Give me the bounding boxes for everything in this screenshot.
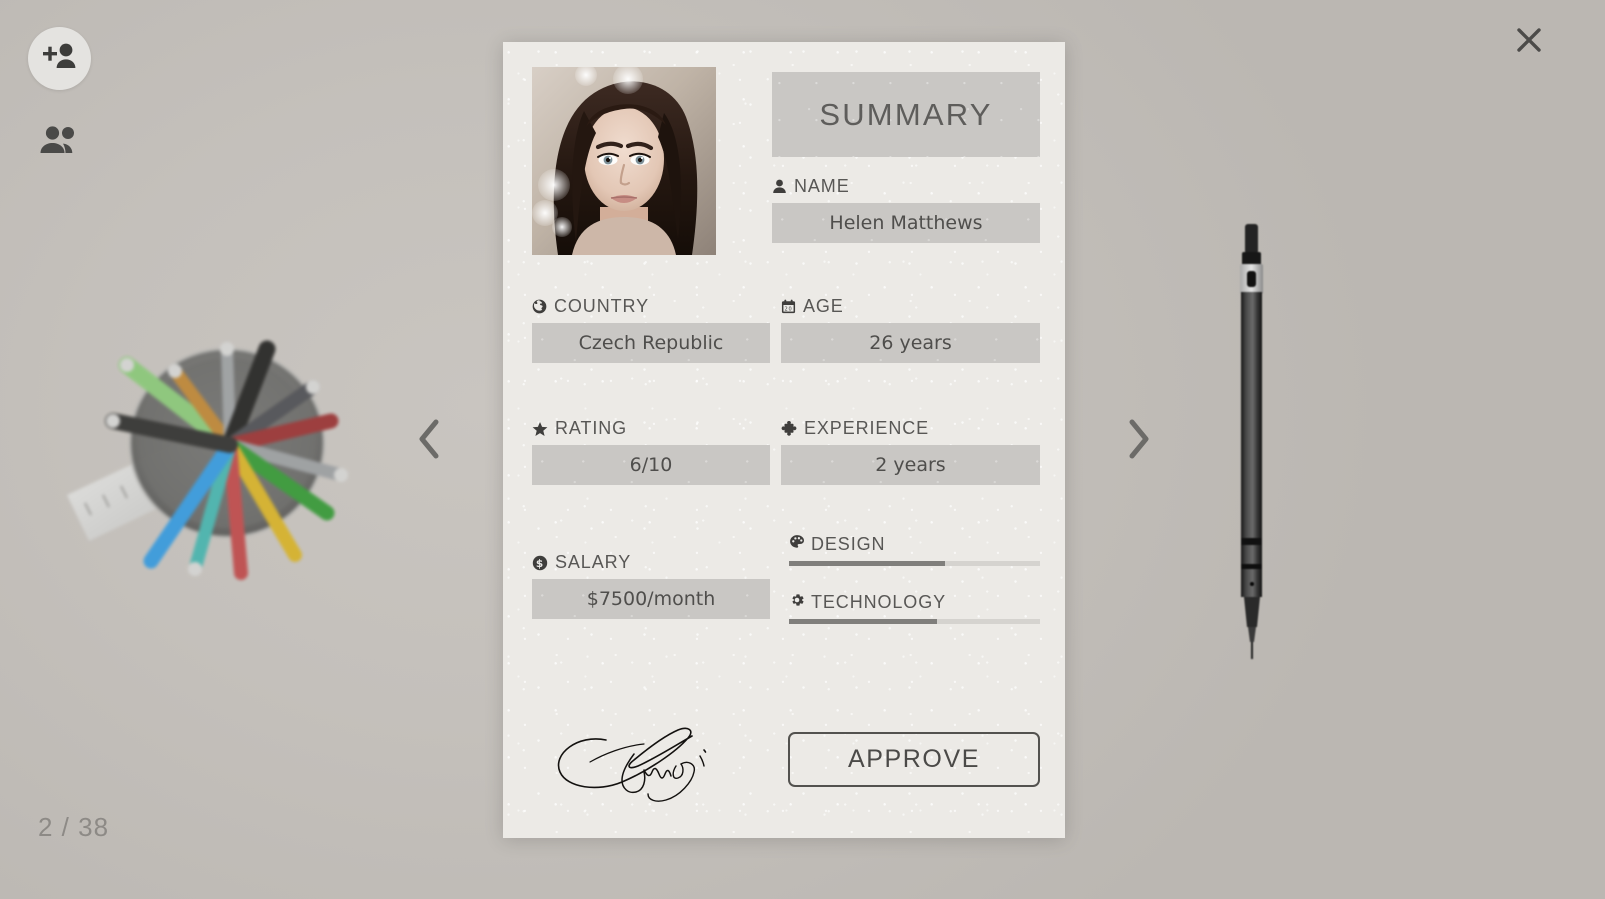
candidate-summary-card: SUMMARY NAME Helen Matthews COUNTRY Czec… [503, 42, 1065, 838]
add-person-icon [42, 42, 77, 75]
signature-image [548, 714, 748, 804]
field-name-value[interactable]: Helen Matthews [772, 203, 1040, 243]
app-stage: 2 / 38 SUMMARY NAME Helen Matthews COUNT… [0, 0, 1605, 899]
add-person-button[interactable] [28, 27, 91, 90]
skill-technology-track[interactable] [789, 619, 1040, 624]
field-label-text: COUNTRY [554, 296, 649, 316]
people-group-button[interactable] [38, 123, 82, 163]
pen-cup-photo [55, 325, 365, 580]
field-rating: RATING 6/10 [532, 418, 770, 485]
skill-technology-label: TECHNOLOGY [789, 592, 1040, 613]
skill-label-text: DESIGN [811, 534, 886, 554]
skill-label-text: TECHNOLOGY [811, 592, 947, 612]
field-rating-label: RATING [532, 418, 770, 439]
field-experience-label: EXPERIENCE [781, 418, 1040, 439]
person-icon [772, 179, 787, 194]
field-country-label: COUNTRY [532, 296, 770, 317]
field-salary-label: $ SALARY [532, 552, 770, 573]
field-age-value[interactable]: 26 years [781, 323, 1040, 363]
previous-card-button[interactable] [403, 410, 455, 472]
field-country-value[interactable]: Czech Republic [532, 323, 770, 363]
close-button[interactable] [1511, 24, 1547, 60]
field-experience-value[interactable]: 2 years [781, 445, 1040, 485]
field-age: 20 AGE 26 years [781, 296, 1040, 363]
svg-text:20: 20 [784, 307, 792, 313]
mechanical-pencil-photo [1222, 222, 1280, 662]
skill-design-label: DESIGN [789, 534, 1040, 555]
field-label-text: SALARY [555, 552, 632, 572]
page-counter: 2 / 38 [38, 812, 110, 842]
field-age-label: 20 AGE [781, 296, 1040, 317]
candidate-portrait [532, 67, 716, 255]
field-salary: $ SALARY $7500/month [532, 552, 770, 619]
field-name: NAME Helen Matthews [772, 176, 1040, 243]
calendar-icon: 20 [781, 299, 796, 314]
field-label-text: EXPERIENCE [804, 418, 930, 438]
field-label-text: RATING [555, 418, 628, 438]
puzzle-piece-icon [781, 420, 797, 437]
field-name-label: NAME [772, 176, 1040, 197]
close-icon [1516, 27, 1542, 58]
approve-button[interactable]: APPROVE [788, 732, 1040, 787]
next-card-button[interactable] [1113, 410, 1165, 472]
star-icon [532, 421, 548, 437]
skill-design-track[interactable] [789, 561, 1040, 566]
palette-icon [789, 534, 805, 555]
skill-technology: TECHNOLOGY [789, 592, 1040, 624]
people-group-icon [39, 125, 81, 161]
skill-design: DESIGN [789, 534, 1040, 566]
field-rating-value[interactable]: 6/10 [532, 445, 770, 485]
chevron-right-icon [1126, 417, 1152, 466]
field-country: COUNTRY Czech Republic [532, 296, 770, 363]
globe-icon [532, 299, 547, 314]
chevron-left-icon [416, 417, 442, 466]
gear-icon [789, 592, 805, 613]
field-salary-value[interactable]: $7500/month [532, 579, 770, 619]
skill-design-fill [789, 561, 945, 566]
skill-technology-fill [789, 619, 938, 624]
field-experience: EXPERIENCE 2 years [781, 418, 1040, 485]
summary-title: SUMMARY [819, 96, 993, 132]
field-label-text: AGE [803, 296, 844, 316]
summary-banner: SUMMARY [772, 72, 1040, 157]
field-label-text: NAME [794, 176, 850, 196]
svg-text:$: $ [536, 558, 544, 570]
dollar-coin-icon: $ [532, 555, 548, 571]
